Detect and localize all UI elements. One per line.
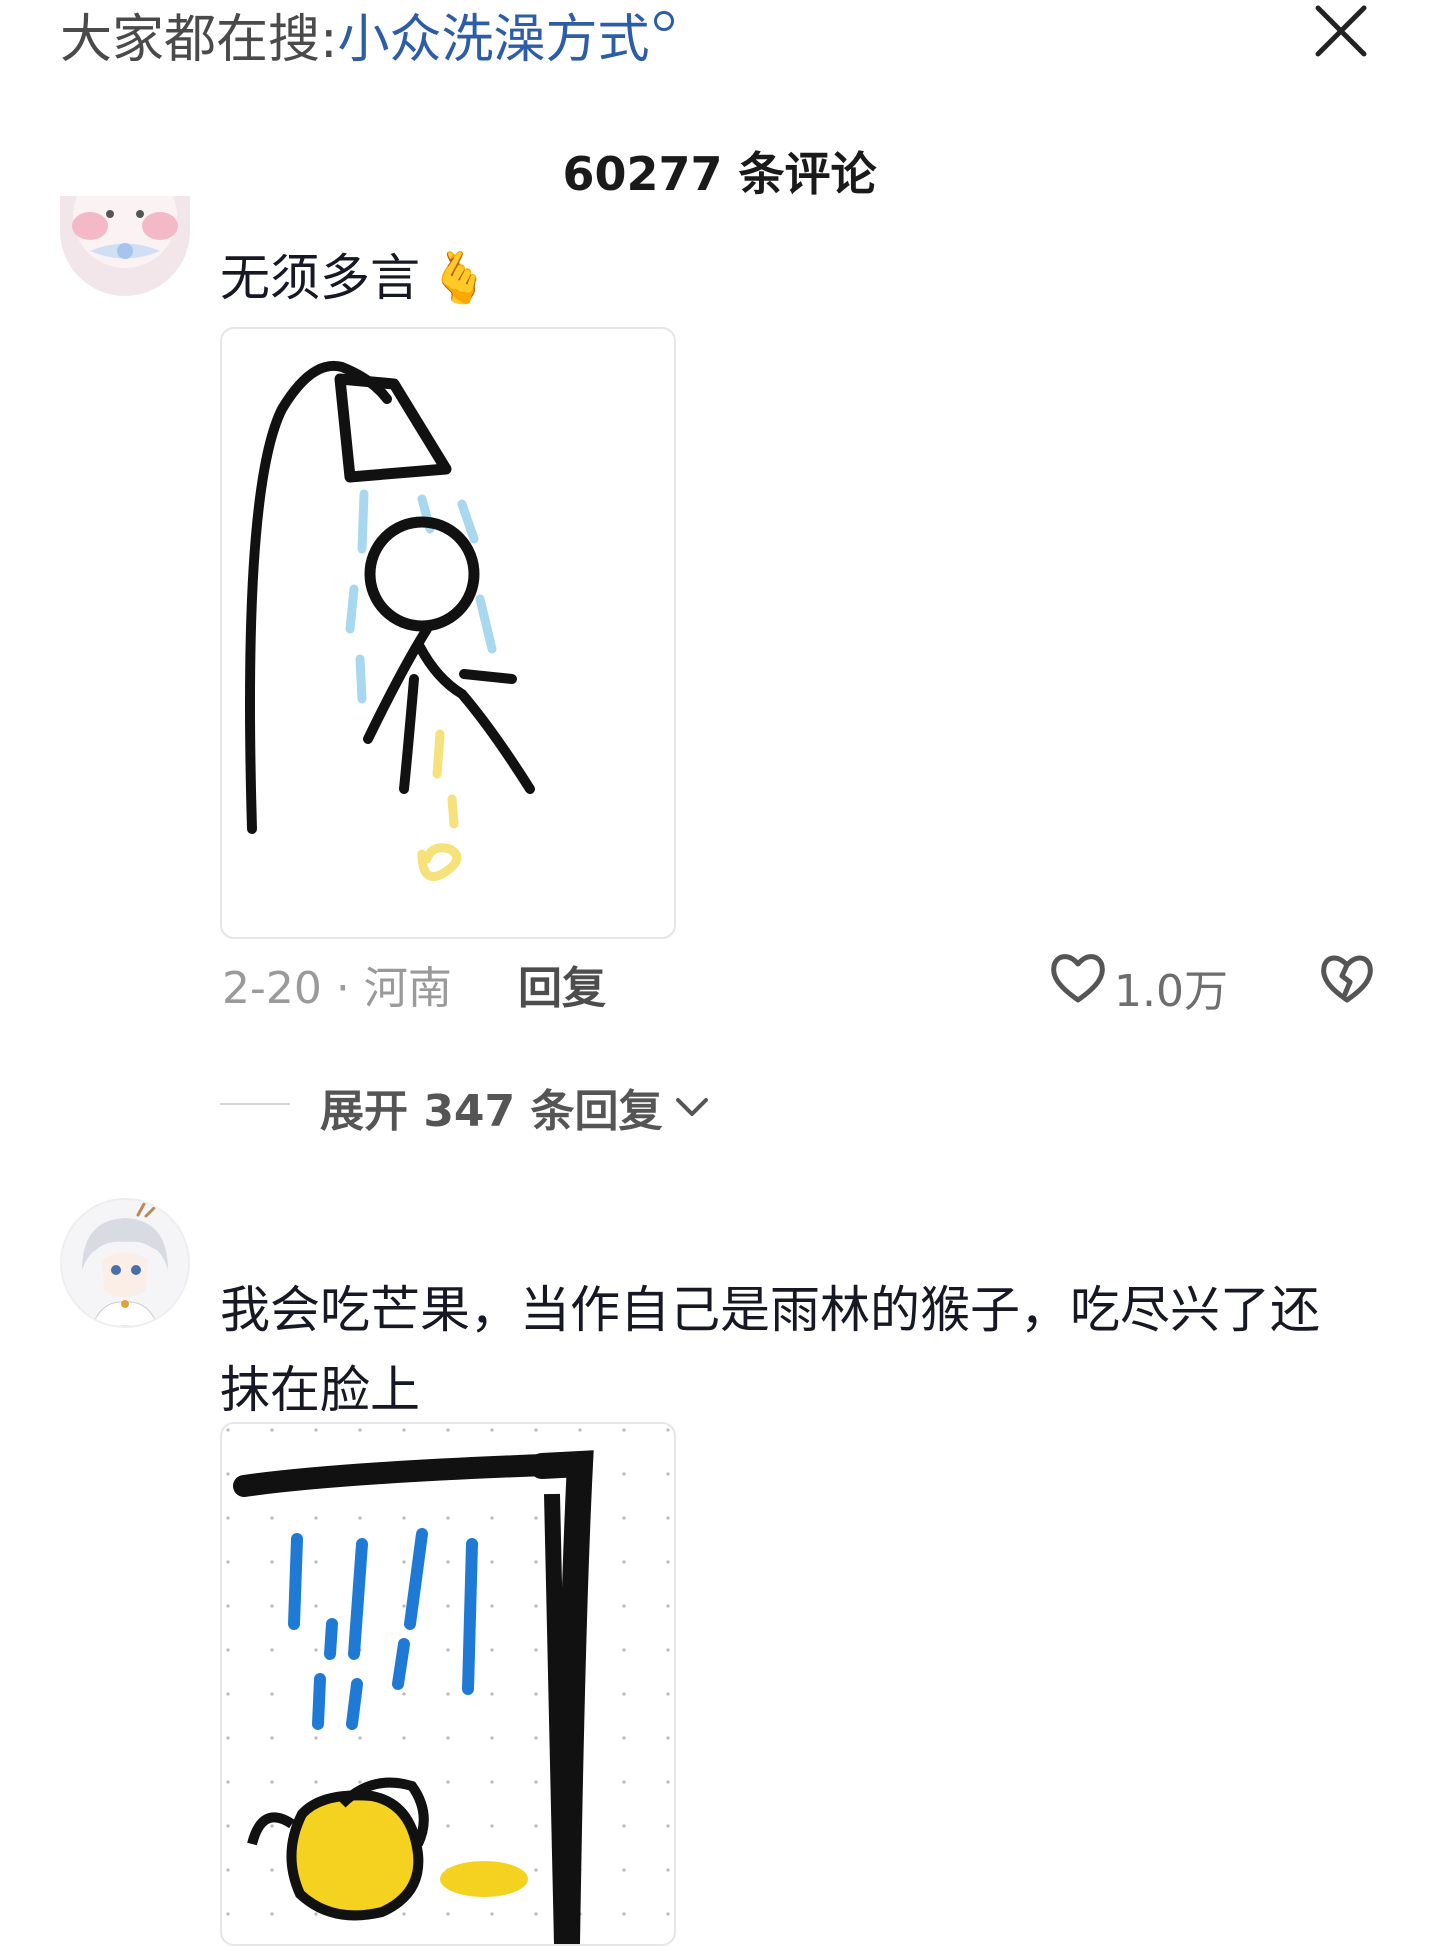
avatar[interactable] — [60, 1198, 190, 1328]
comment-count-title: 60277 条评论 — [562, 147, 877, 201]
comment-date-location: 2-20 · 河南 — [222, 963, 452, 1014]
divider — [220, 1103, 290, 1105]
avatar-image — [62, 1200, 188, 1326]
comment-image[interactable] — [220, 327, 676, 939]
comment-image[interactable] — [220, 1422, 676, 1946]
comment-text-label: 无须多言 — [220, 249, 420, 307]
search-suggestion[interactable]: 大家都在搜:小众洗澡方式 — [60, 2, 674, 78]
comment-text: 无须多言 🫰 — [220, 238, 490, 310]
shower-drawing-icon — [245, 360, 535, 881]
broken-heart-icon[interactable] — [1318, 950, 1376, 1008]
close-icon[interactable] — [1310, 0, 1372, 62]
shower-drawing-2-icon — [222, 1424, 674, 1944]
expand-replies-button[interactable]: 展开 347 条回复 — [320, 1075, 712, 1139]
comment-text: 我会吃芒果，当作自己是雨林的猴子，吃尽兴了还抹在脸上 — [220, 1281, 1320, 1419]
finger-heart-emoji: 🫰 — [428, 249, 491, 307]
reply-button[interactable]: 回复 — [518, 952, 606, 1016]
search-icon — [653, 11, 674, 31]
search-prefix-label: 大家都在搜: — [60, 10, 338, 70]
avatar[interactable] — [60, 196, 190, 296]
expand-replies-label: 展开 347 条回复 — [320, 1086, 663, 1137]
chevron-down-icon — [676, 1098, 709, 1116]
like-count: 1.0万 — [1114, 966, 1228, 1017]
search-keyword-link[interactable]: 小众洗澡方式 — [338, 10, 650, 70]
avatar-image — [60, 196, 190, 296]
heart-icon[interactable] — [1048, 948, 1108, 1008]
